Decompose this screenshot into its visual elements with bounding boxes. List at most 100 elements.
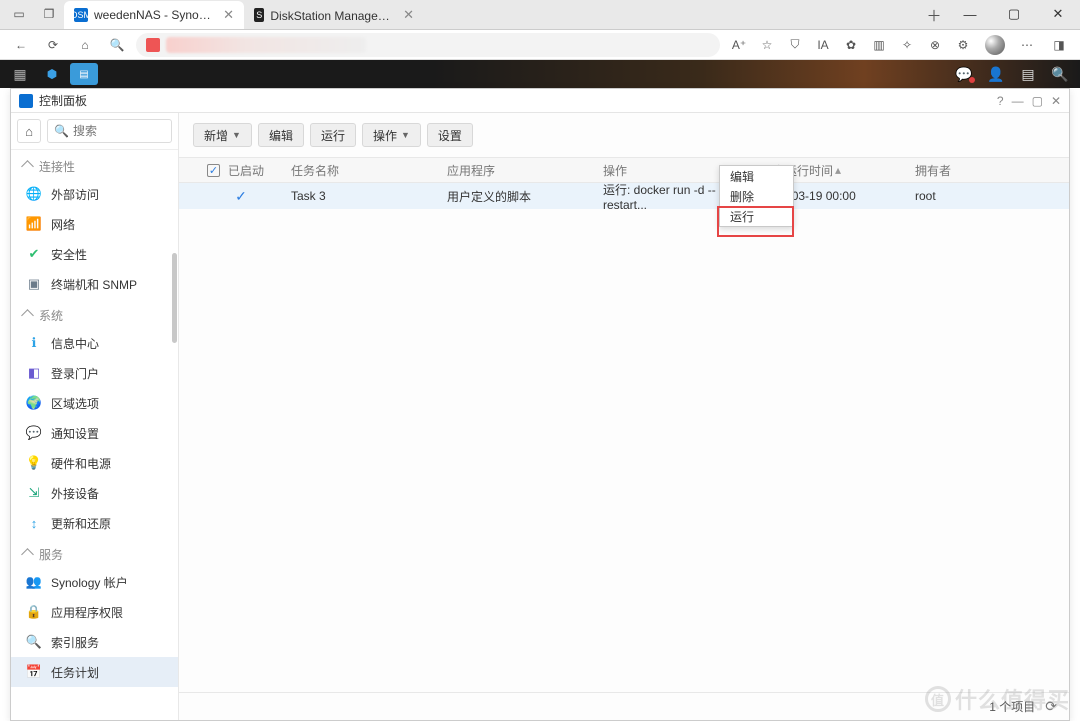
sidebar-item-icon: ▣ <box>25 275 43 293</box>
sidebar-item[interactable]: 🔒应用程序权限 <box>11 597 178 627</box>
toolbar-extension-icon[interactable]: ⊗ <box>922 32 948 58</box>
toolbar-extension-icon[interactable]: ✧ <box>894 32 920 58</box>
new-button[interactable]: 新增▼ <box>193 123 252 147</box>
search-input[interactable] <box>73 124 165 138</box>
col-owner[interactable]: 拥有者 <box>907 158 1069 182</box>
toolbar-extension-icon[interactable]: ☆ <box>754 32 780 58</box>
context-menu-item[interactable]: 删除 <box>720 186 793 206</box>
new-tab-button[interactable]: ＋ <box>920 1 948 29</box>
sidebar-home-button[interactable]: ⌂ <box>17 119 41 143</box>
sidebar-item[interactable]: 🔍索引服务 <box>11 627 178 657</box>
col-enabled[interactable]: ✓ 已启动 <box>179 158 283 182</box>
action-toolbar: 新增▼ 编辑 运行 操作▼ 设置 <box>179 113 1069 157</box>
refresh-button[interactable]: ⟳ <box>40 32 66 58</box>
sidebar-item-label: Synology 帐户 <box>51 574 128 591</box>
control-panel-icon <box>19 94 33 108</box>
browser-tab[interactable]: SDiskStation Manager 7.2 | 群晖✕ <box>244 1 424 29</box>
browser-titlebar: ▭ ❐ DSMweedenNAS - Synology NAS✕SDiskSta… <box>0 0 1080 30</box>
sidebar-item-icon: 📅 <box>25 663 43 681</box>
sidebar-scrollbar[interactable] <box>172 253 177 343</box>
context-menu-item[interactable]: 运行 <box>720 206 793 226</box>
minimize-panel-button[interactable]: — <box>1012 94 1024 108</box>
sidebar-item[interactable]: 🌍 区域选项 <box>11 388 178 418</box>
tab-close-icon[interactable]: ✕ <box>223 7 234 23</box>
search-icon[interactable]: 🔍 <box>1046 63 1074 85</box>
profile-avatar-icon[interactable] <box>982 32 1008 58</box>
close-window-button[interactable]: ✕ <box>1036 0 1080 29</box>
home-button[interactable]: ⌂ <box>72 32 98 58</box>
dsm-header: ▦ ⬢ ▤ 💬 👤 ▤ 🔍 <box>0 60 1080 88</box>
back-button[interactable]: ← <box>8 32 34 58</box>
close-panel-button[interactable]: ✕ <box>1051 94 1061 108</box>
sidebar-item-icon: 💬 <box>25 424 43 442</box>
sidebar-item-icon: ◧ <box>25 364 43 382</box>
sidebar-item[interactable]: 📶 网络 <box>11 209 178 239</box>
toolbar-extension-icon[interactable]: A⁺ <box>726 32 752 58</box>
sidebar-item[interactable]: ↕ 更新和还原 <box>11 508 178 538</box>
toolbar-extension-icon[interactable]: IA <box>810 32 836 58</box>
toolbar-extension-icon[interactable]: ▥ <box>866 32 892 58</box>
edit-button[interactable]: 编辑 <box>258 123 304 147</box>
more-button[interactable]: ⋯ <box>1014 32 1040 58</box>
sidebar-item[interactable]: ℹ信息中心 <box>11 328 178 358</box>
sidebar-item[interactable]: 🌐外部访问 <box>11 179 178 209</box>
action-button[interactable]: 操作▼ <box>362 123 421 147</box>
sidebar-item-label: 区域选项 <box>51 395 99 412</box>
address-bar[interactable] <box>136 33 720 57</box>
user-icon[interactable]: 👤 <box>982 63 1010 85</box>
main-menu-icon[interactable]: ▦ <box>6 63 34 85</box>
col-app[interactable]: 应用程序 <box>439 158 595 182</box>
sidebar-item-label: 终端机和 SNMP <box>51 276 137 293</box>
sidebar-item[interactable]: ▣ 终端机和 SNMP <box>11 269 178 299</box>
sidebar-item-label: 更新和还原 <box>51 515 111 532</box>
refresh-icon[interactable]: ⟳ <box>1045 698 1057 715</box>
sidebar-item[interactable]: ◧ 登录门户 <box>11 358 178 388</box>
task-table: ✓ 已启动 任务名称 应用程序 操作 下次运行时间▴ 拥有者 ✓ Task 3 … <box>179 157 1069 692</box>
sidebar-item[interactable]: 📅任务计划 <box>11 657 178 687</box>
sidebar-group-header[interactable]: 服务 <box>11 538 178 567</box>
sidepanel-button[interactable]: ◨ <box>1046 32 1072 58</box>
sidebar-item-label: 网络 <box>51 216 75 233</box>
toolbar-extension-icon[interactable]: ✿ <box>838 32 864 58</box>
tab-label: DiskStation Manager 7.2 | 群晖 <box>270 7 393 24</box>
package-center-icon[interactable]: ⬢ <box>38 63 66 85</box>
chat-icon[interactable]: 💬 <box>950 63 978 85</box>
sidebar-item-icon: 🌍 <box>25 394 43 412</box>
sidebar-search[interactable]: 🔍 <box>47 119 172 143</box>
sidebar-item[interactable]: 👥Synology 帐户 <box>11 567 178 597</box>
sidebar-item-label: 信息中心 <box>51 335 99 352</box>
select-all-checkbox[interactable]: ✓ <box>207 164 220 177</box>
sidebar-item[interactable]: 💬通知设置 <box>11 418 178 448</box>
sidebar-item-label: 安全性 <box>51 246 87 263</box>
status-bar: 1 个项目 ⟳ <box>179 692 1069 720</box>
sidebar-group-header[interactable]: 连接性 <box>11 150 178 179</box>
sidebar-group-header[interactable]: 系统 <box>11 299 178 328</box>
app-icon[interactable]: ▤ <box>70 63 98 85</box>
settings-button[interactable]: 设置 <box>427 123 473 147</box>
run-button[interactable]: 运行 <box>310 123 356 147</box>
sidebar-item[interactable]: ✔ 安全性 <box>11 239 178 269</box>
sidebar-item-icon: ↕ <box>25 514 43 532</box>
toolbar-extension-icon[interactable]: ⛉ <box>782 32 808 58</box>
sidebar-item-label: 登录门户 <box>51 365 99 382</box>
sidebar-item-icon: ✔ <box>25 245 43 263</box>
sidebar-item[interactable]: ⇲外接设备 <box>11 478 178 508</box>
help-button[interactable]: ? <box>997 94 1004 108</box>
browser-tab[interactable]: DSMweedenNAS - Synology NAS✕ <box>64 1 244 29</box>
search-button[interactable]: 🔍 <box>104 32 130 58</box>
sidebar-item-icon: 📶 <box>25 215 43 233</box>
widgets-icon[interactable]: ▤ <box>1014 63 1042 85</box>
table-row[interactable]: ✓ Task 3 用户定义的脚本 运行: docker run -d --res… <box>179 183 1069 209</box>
col-name[interactable]: 任务名称 <box>283 158 439 182</box>
context-menu-item[interactable]: 编辑 <box>720 166 793 186</box>
tab-label: weedenNAS - Synology NAS <box>94 8 213 22</box>
maximize-panel-button[interactable]: ▢ <box>1032 94 1043 108</box>
minimize-button[interactable]: — <box>948 0 992 29</box>
tabs-overview-icon[interactable]: ❐ <box>34 0 64 29</box>
sidebar-item[interactable]: 💡硬件和电源 <box>11 448 178 478</box>
workspace-icon[interactable]: ▭ <box>4 0 34 29</box>
col-enabled-label: 已启动 <box>228 162 264 179</box>
toolbar-extension-icon[interactable]: ⚙ <box>950 32 976 58</box>
maximize-button[interactable]: ▢ <box>992 0 1036 29</box>
tab-close-icon[interactable]: ✕ <box>403 7 414 23</box>
